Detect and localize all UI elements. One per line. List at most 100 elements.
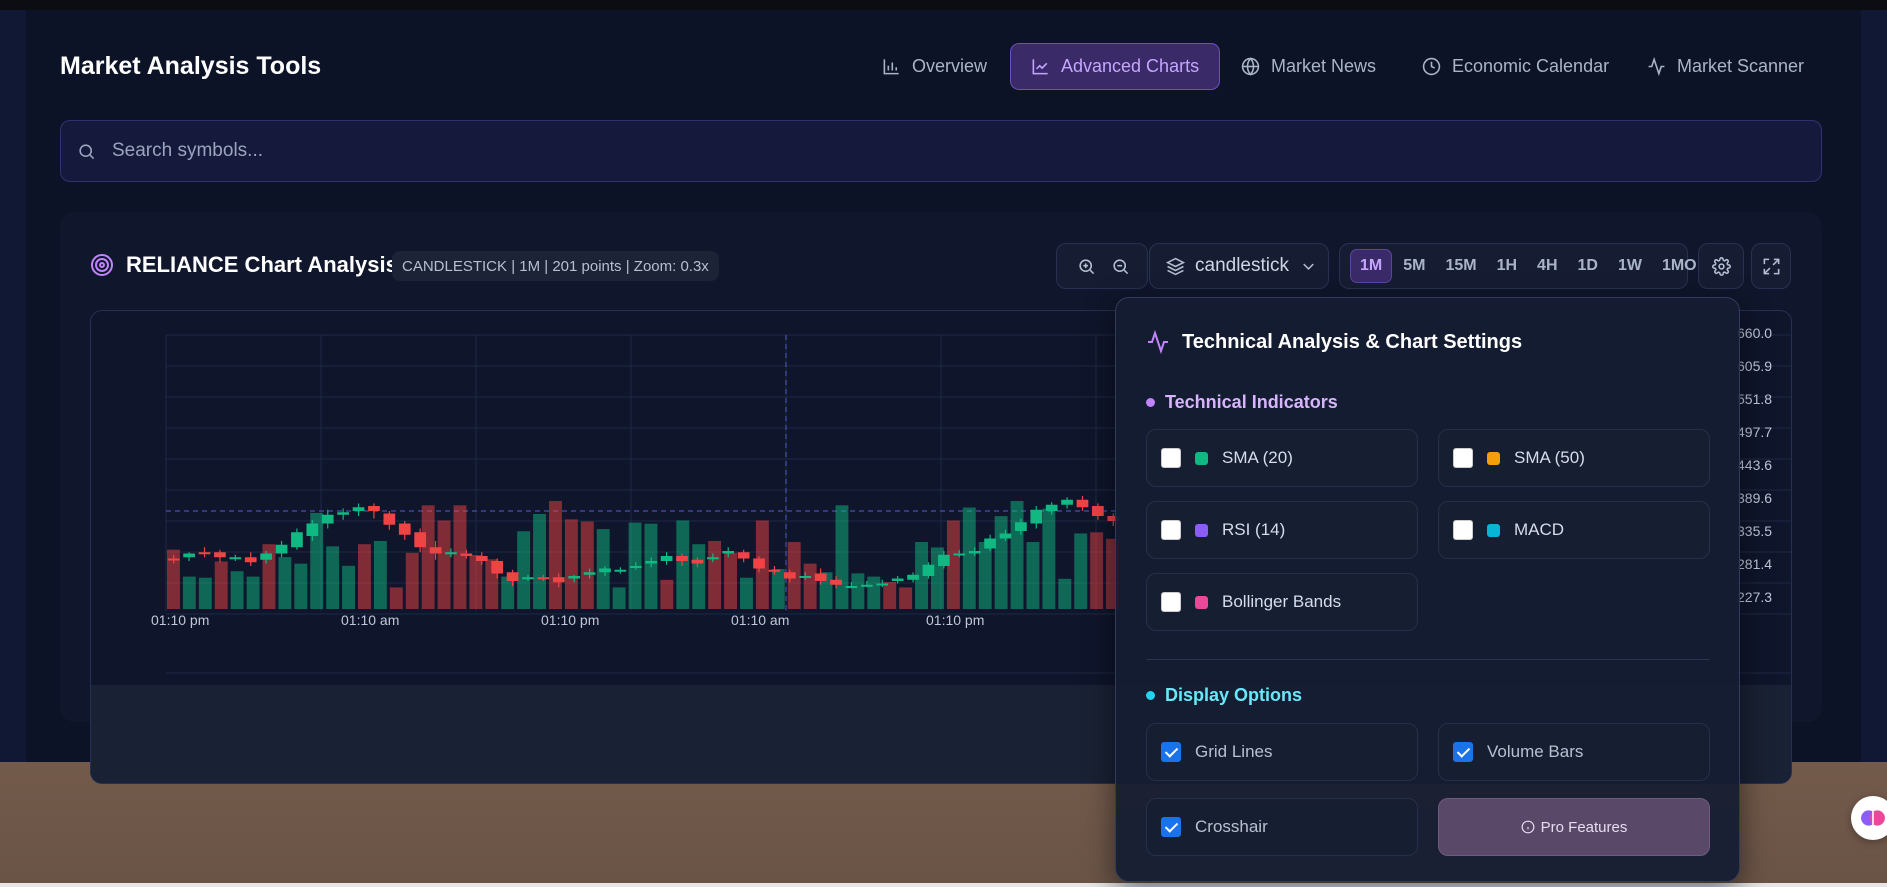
- chart-settings-panel: Technical Analysis & Chart Settings Tech…: [1115, 297, 1740, 882]
- nav-overview[interactable]: Overview: [862, 43, 1007, 90]
- rsi-swatch: [1195, 523, 1208, 537]
- crosshair-checkbox[interactable]: [1161, 817, 1181, 837]
- pro-features-button[interactable]: Pro Features: [1438, 798, 1710, 856]
- timeframe-1m[interactable]: 1M: [1350, 249, 1393, 283]
- nav-label: Market News: [1271, 56, 1377, 76]
- timeframe-1d[interactable]: 1D: [1569, 249, 1607, 283]
- nav-economic-calendar[interactable]: Economic Calendar: [1402, 43, 1629, 90]
- nav-advanced-charts[interactable]: Advanced Charts: [1010, 43, 1221, 90]
- x-tick-label: 01:10 am: [731, 612, 789, 628]
- rsi-checkbox[interactable]: [1161, 520, 1181, 540]
- candle-body: [568, 576, 581, 579]
- candle-body: [645, 561, 658, 564]
- volume-bars-checkbox[interactable]: [1453, 742, 1473, 762]
- option-crosshair[interactable]: Crosshair: [1146, 798, 1418, 856]
- indicator-label: SMA (50): [1514, 448, 1585, 467]
- indicator-label: RSI (14): [1222, 520, 1286, 539]
- chart-title-text: RELIANCE Chart Analysis: [126, 252, 398, 277]
- candle-body: [891, 578, 904, 581]
- chart-meta-badge: CANDLESTICK | 1M | 201 points | Zoom: 0.…: [392, 251, 719, 281]
- candle-body: [291, 532, 303, 548]
- candle-body: [814, 573, 827, 581]
- settings-title-text: Technical Analysis & Chart Settings: [1182, 330, 1523, 353]
- candle-body: [1092, 506, 1104, 516]
- timeframe-1w[interactable]: 1W: [1609, 249, 1651, 283]
- zoom-in-button[interactable]: [1069, 249, 1103, 283]
- price-label: 281.4: [1737, 556, 1773, 572]
- fullscreen-button[interactable]: [1751, 243, 1791, 289]
- candle-body: [907, 574, 919, 580]
- zoom-out-button[interactable]: [1103, 249, 1137, 283]
- globe-icon: [1241, 57, 1260, 76]
- nav-market-news[interactable]: Market News: [1221, 43, 1396, 90]
- indicator-macd[interactable]: MACD: [1438, 501, 1710, 559]
- indicator-label: Bollinger Bands: [1222, 592, 1342, 611]
- settings-button[interactable]: [1698, 243, 1744, 289]
- candle-body: [783, 572, 796, 579]
- chart-type-button[interactable]: candlestick: [1150, 249, 1334, 283]
- candle-body: [491, 561, 504, 574]
- indicator-rsi[interactable]: RSI (14): [1146, 501, 1418, 559]
- candle-body: [183, 553, 195, 558]
- volume-bar: [246, 576, 260, 609]
- grid-lines-checkbox[interactable]: [1161, 742, 1181, 762]
- volume-bar: [453, 505, 467, 609]
- candle-body: [660, 556, 673, 561]
- candle-body: [830, 579, 842, 585]
- expand-icon: [1763, 258, 1779, 274]
- candle-body: [306, 523, 319, 536]
- section-divider: [1146, 659, 1710, 660]
- volume-bar: [899, 587, 913, 609]
- candle-body: [722, 551, 735, 554]
- timeframe-15m[interactable]: 15M: [1436, 249, 1485, 283]
- pro-features-label: Pro Features: [1540, 818, 1628, 836]
- volume-bar: [198, 577, 212, 609]
- zoom-controls: [1056, 243, 1148, 289]
- volume-bar: [676, 520, 690, 609]
- indicator-sma50[interactable]: SMA (50): [1438, 429, 1710, 487]
- volume-bar: [342, 565, 355, 609]
- indicator-bollinger[interactable]: Bollinger Bands: [1146, 573, 1418, 631]
- volume-bar: [835, 505, 849, 609]
- option-label: Grid Lines: [1195, 742, 1273, 761]
- indicator-label: MACD: [1514, 520, 1565, 539]
- option-grid-lines[interactable]: Grid Lines: [1146, 723, 1418, 781]
- volume-bar: [326, 546, 340, 609]
- volume-bar: [771, 569, 785, 609]
- volume-bar: [1042, 508, 1056, 609]
- bollinger-swatch: [1195, 595, 1208, 609]
- price-label: 227.3: [1737, 589, 1773, 605]
- candle-body: [537, 577, 550, 580]
- window-top-edge: [0, 0, 1887, 10]
- timeframe-1h[interactable]: 1H: [1488, 249, 1526, 283]
- x-tick-label: 01:10 pm: [926, 612, 984, 628]
- volume-bar: [708, 540, 722, 609]
- option-volume-bars[interactable]: Volume Bars: [1438, 723, 1710, 781]
- chart-type-value: candlestick: [1195, 255, 1289, 276]
- volume-bar: [421, 505, 435, 609]
- macd-checkbox[interactable]: [1453, 520, 1473, 540]
- timeframe-4h[interactable]: 4H: [1528, 249, 1566, 283]
- x-tick-label: 01:10 pm: [151, 612, 209, 628]
- chart-type-select[interactable]: candlestick: [1149, 243, 1329, 289]
- candle-body: [198, 552, 211, 555]
- timeframe-5m[interactable]: 5M: [1394, 249, 1434, 283]
- candle-body: [321, 514, 334, 524]
- sma20-checkbox[interactable]: [1161, 448, 1181, 468]
- assistant-fab[interactable]: [1851, 796, 1887, 840]
- bollinger-checkbox[interactable]: [1161, 592, 1181, 612]
- price-label: 551.8: [1737, 391, 1773, 407]
- sma50-checkbox[interactable]: [1453, 448, 1473, 468]
- volume-bar: [867, 576, 881, 609]
- candle-body: [1045, 504, 1058, 511]
- candle-body: [460, 553, 473, 556]
- search-input[interactable]: [112, 140, 1712, 162]
- volume-bar: [405, 552, 419, 609]
- heading-dot: [1146, 691, 1155, 700]
- display-heading-text: Display Options: [1165, 685, 1303, 705]
- bottom-strip: [0, 883, 1887, 887]
- candle-body: [799, 576, 812, 578]
- search-icon: [79, 143, 95, 159]
- indicator-sma20[interactable]: SMA (20): [1146, 429, 1418, 487]
- nav-market-scanner[interactable]: Market Scanner: [1627, 43, 1824, 90]
